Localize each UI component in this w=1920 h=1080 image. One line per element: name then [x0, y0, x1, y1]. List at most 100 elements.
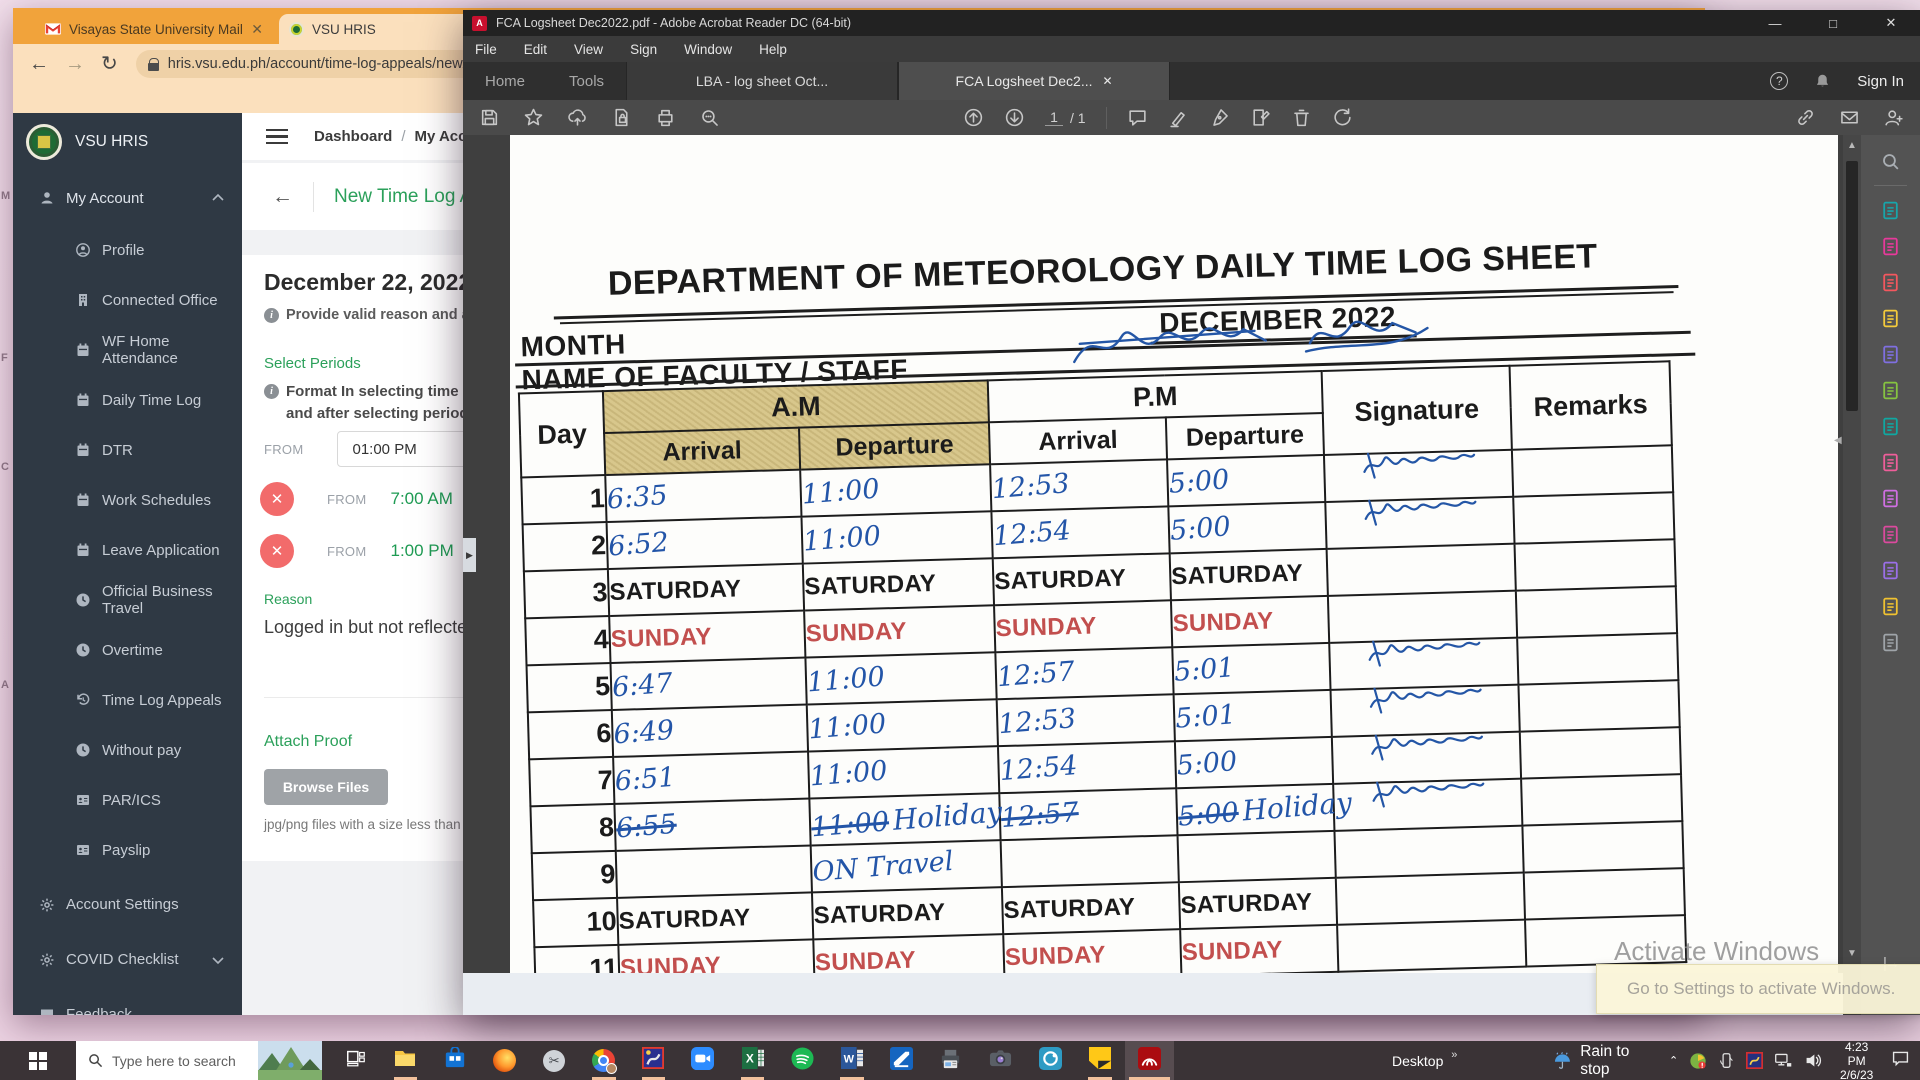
tool-more-tools[interactable] — [1861, 624, 1920, 660]
menu-sign[interactable]: Sign — [630, 42, 657, 57]
sidebar-item-profile[interactable]: Profile — [13, 225, 242, 275]
taskbar-app-sticky-notes[interactable] — [1075, 1041, 1125, 1080]
bell-icon[interactable] — [1814, 73, 1831, 90]
sidebar-item-payslip[interactable]: Payslip — [13, 825, 242, 875]
menu-file[interactable]: File — [475, 42, 497, 57]
sidebar-item-official-business-travel[interactable]: Official Business Travel — [13, 575, 242, 625]
scroll-down-icon[interactable]: ▼ — [1843, 948, 1861, 959]
menu-window[interactable]: Window — [684, 42, 732, 57]
antivirus-tray-icon[interactable] — [1689, 1051, 1707, 1070]
document-tab-fca-logsheet-dec2[interactable]: FCA Logsheet Dec2...✕ — [898, 62, 1170, 100]
desktop-icon-partial[interactable]: C — [1, 461, 12, 473]
email-icon[interactable] — [1839, 107, 1860, 128]
sidebar-section-my-account[interactable]: My Account — [13, 183, 242, 213]
page-up-icon[interactable] — [963, 107, 984, 128]
menu-edit[interactable]: Edit — [524, 42, 547, 57]
taskbar-app-chrome[interactable] — [579, 1041, 629, 1080]
taskbar-app-camera[interactable] — [976, 1041, 1026, 1080]
taskbar-app-zoom[interactable] — [678, 1041, 728, 1080]
close-button[interactable]: ✕ — [1862, 10, 1920, 36]
taskbar-app-scanner[interactable] — [877, 1041, 927, 1080]
media-app-tray-icon[interactable] — [1746, 1051, 1763, 1070]
document-tab-lba-log-sheet-oct[interactable]: LBA - log sheet Oct... — [626, 62, 898, 100]
remove-period-button[interactable]: ✕ — [260, 482, 294, 516]
tool-export-pdf[interactable] — [1861, 192, 1920, 228]
page-number-box[interactable]: 1/ 1 — [1045, 109, 1086, 126]
minimize-button[interactable]: — — [1746, 10, 1804, 36]
hamburger-menu-icon[interactable] — [266, 125, 288, 149]
scrollbar-thumb[interactable] — [1846, 161, 1858, 411]
browse-files-button[interactable]: Browse Files — [264, 769, 388, 805]
page-down-icon[interactable] — [1004, 107, 1025, 128]
hidden-icons-chevron[interactable]: ⌃ — [1669, 1054, 1678, 1067]
taskbar-app-task-view[interactable] — [331, 1041, 381, 1080]
taskbar-app-microsoft-store[interactable] — [430, 1041, 480, 1080]
tool-fill-and-sign[interactable] — [1861, 444, 1920, 480]
left-panel-handle[interactable]: ▶ — [463, 538, 476, 572]
sidebar-item-time-log-appeals[interactable]: Time Log Appeals — [13, 675, 242, 725]
tool-edit-pdf[interactable] — [1861, 228, 1920, 264]
highlight-icon[interactable] — [1168, 107, 1189, 128]
taskbar-app-excel[interactable]: X — [728, 1041, 778, 1080]
sidebar-item-work-schedules[interactable]: Work Schedules — [13, 475, 242, 525]
rotate-icon[interactable] — [1332, 107, 1353, 128]
sidebar-item-par-ics[interactable]: PAR/ICS — [13, 775, 242, 825]
print-icon[interactable] — [655, 107, 676, 128]
tool-send-for-comments[interactable] — [1861, 588, 1920, 624]
export-page-icon[interactable] — [611, 107, 632, 128]
back-arrow-button[interactable]: ← — [272, 185, 293, 209]
sidebar-item-feedback[interactable]: Feedback — [13, 987, 242, 1015]
sidebar-item-without-pay[interactable]: Without pay — [13, 725, 242, 775]
remove-period-button[interactable]: ✕ — [260, 534, 294, 568]
taskbar-app-snip-tool[interactable]: ✂ — [529, 1041, 579, 1080]
breadcrumb-dashboard[interactable]: Dashboard — [314, 128, 392, 145]
tool-request-signatures[interactable] — [1861, 552, 1920, 588]
delete-icon[interactable] — [1291, 107, 1312, 128]
help-icon[interactable]: ? — [1770, 72, 1788, 90]
tool-redact[interactable] — [1861, 516, 1920, 552]
right-panel-handle[interactable]: ◀ — [1834, 435, 1842, 446]
tool-compress-pdf[interactable] — [1861, 408, 1920, 444]
volume-tray-icon[interactable] — [1804, 1051, 1823, 1070]
sidebar-item-covid-checklist[interactable]: COVID Checklist — [13, 932, 242, 987]
sidebar-item-wf-home-attendance[interactable]: WF Home Attendance — [13, 325, 242, 375]
tab-close-icon[interactable]: ✕ — [251, 21, 263, 38]
comment-icon[interactable] — [1127, 107, 1148, 128]
menu-help[interactable]: Help — [759, 42, 787, 57]
taskbar-app-paint-app[interactable] — [1025, 1041, 1075, 1080]
reload-button[interactable]: ↻ — [101, 54, 118, 74]
tool-create-pdf[interactable] — [1861, 264, 1920, 300]
sidebar-item-dtr[interactable]: DTR — [13, 425, 242, 475]
phone-link-tray-icon[interactable] — [1718, 1051, 1735, 1070]
tool-organize-pages[interactable] — [1861, 372, 1920, 408]
taskbar-app-firefox[interactable] — [480, 1041, 530, 1080]
taskbar-app-print-manager[interactable] — [926, 1041, 976, 1080]
taskbar-app-spotify[interactable] — [777, 1041, 827, 1080]
sign-in-button[interactable]: Sign In — [1857, 73, 1904, 90]
desktop-icon-partial[interactable]: A — [1, 679, 12, 691]
taskbar-app-file-explorer[interactable] — [381, 1041, 431, 1080]
sidebar-item-account-settings[interactable]: Account Settings — [13, 877, 242, 932]
back-button[interactable]: ← — [29, 54, 49, 74]
sidebar-item-connected-office[interactable]: Connected Office — [13, 275, 242, 325]
chevron-expand-icon[interactable]: » — [1451, 1049, 1457, 1061]
tool-search-tool[interactable] — [1861, 143, 1920, 179]
browser-tab-vsu-hris[interactable]: VSU HRIS — [279, 14, 479, 44]
network-tray-icon[interactable] — [1774, 1051, 1793, 1070]
menu-view[interactable]: View — [574, 42, 603, 57]
taskbar-app-media-app[interactable] — [629, 1041, 679, 1080]
browser-tab-mail[interactable]: Visayas State University Mail ✕ — [35, 14, 273, 44]
taskbar-app-acrobat[interactable] — [1125, 1041, 1175, 1080]
taskbar-search[interactable]: Type here to search — [76, 1041, 322, 1080]
tab-home[interactable]: Home — [463, 62, 547, 100]
desktop-icon-partial[interactable]: M — [1, 190, 12, 202]
stamp-icon[interactable] — [1250, 107, 1271, 128]
tab-tools[interactable]: Tools — [547, 62, 626, 100]
star-icon[interactable] — [523, 107, 544, 128]
tool-prepare-form[interactable] — [1861, 480, 1920, 516]
tool-combine-files[interactable] — [1861, 336, 1920, 372]
maximize-button[interactable]: □ — [1804, 10, 1862, 36]
desktop-icon-partial[interactable]: F — [1, 352, 12, 364]
cloud-upload-icon[interactable] — [567, 107, 588, 128]
scroll-up-icon[interactable]: ▲ — [1843, 140, 1861, 151]
